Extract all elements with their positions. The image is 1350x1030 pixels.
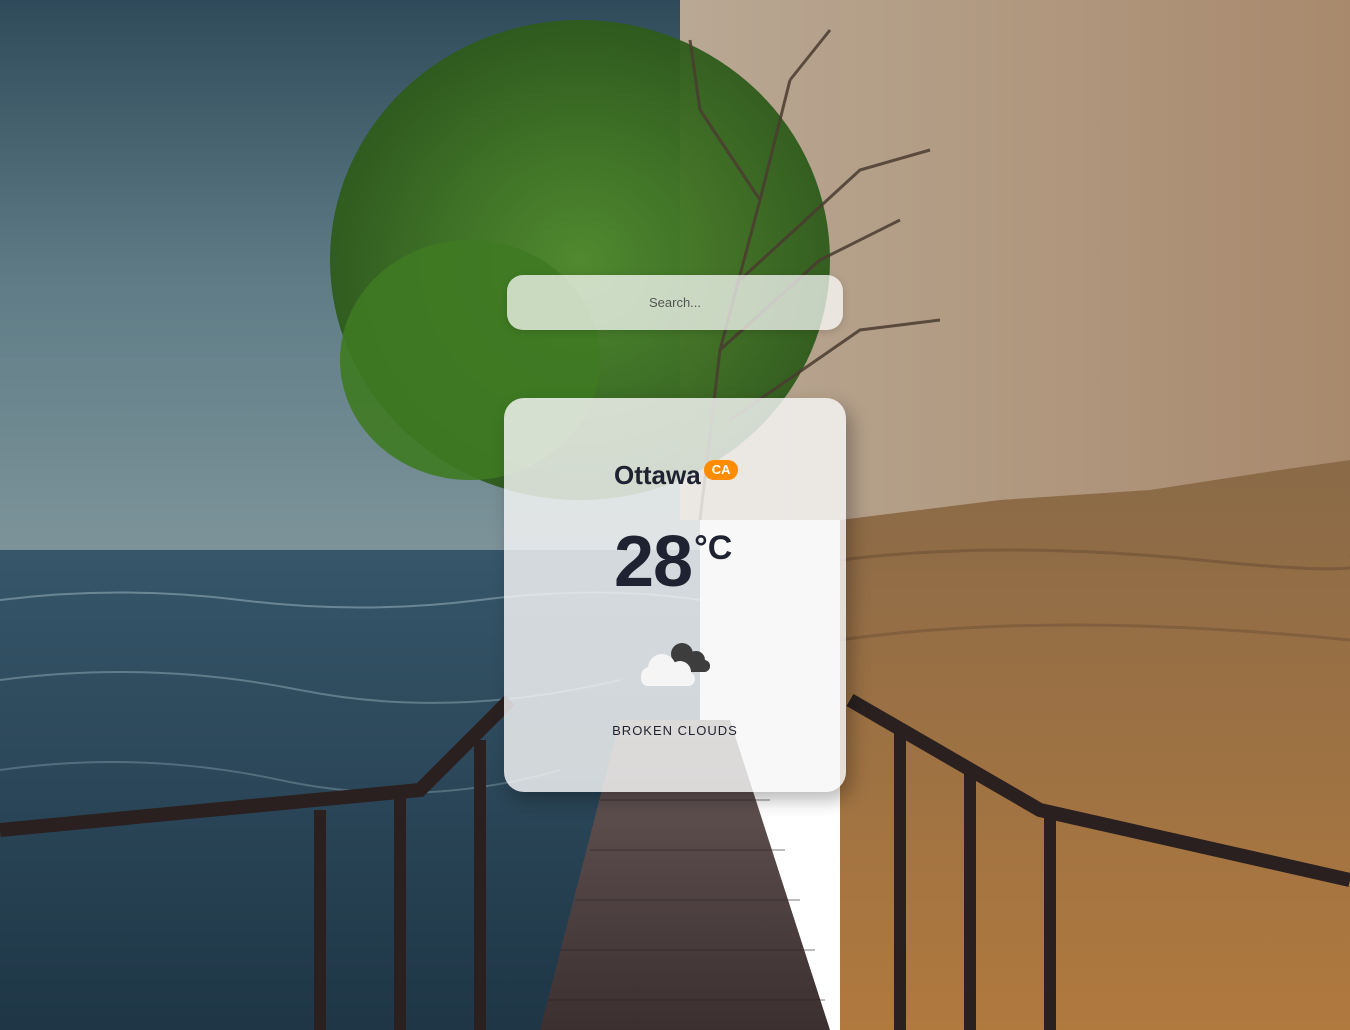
city-heading: Ottawa CA [614, 460, 739, 490]
weather-description: BROKEN CLOUDS [612, 723, 738, 738]
temperature-unit: °C [694, 529, 733, 567]
broken-clouds-icon [638, 640, 714, 690]
search-bar [507, 275, 843, 330]
city-name: Ottawa [614, 460, 701, 490]
temperature-value: 28 [614, 522, 693, 602]
search-input[interactable] [507, 275, 843, 330]
temperature-display: 28 °C [614, 522, 732, 602]
country-badge: CA [703, 460, 739, 480]
